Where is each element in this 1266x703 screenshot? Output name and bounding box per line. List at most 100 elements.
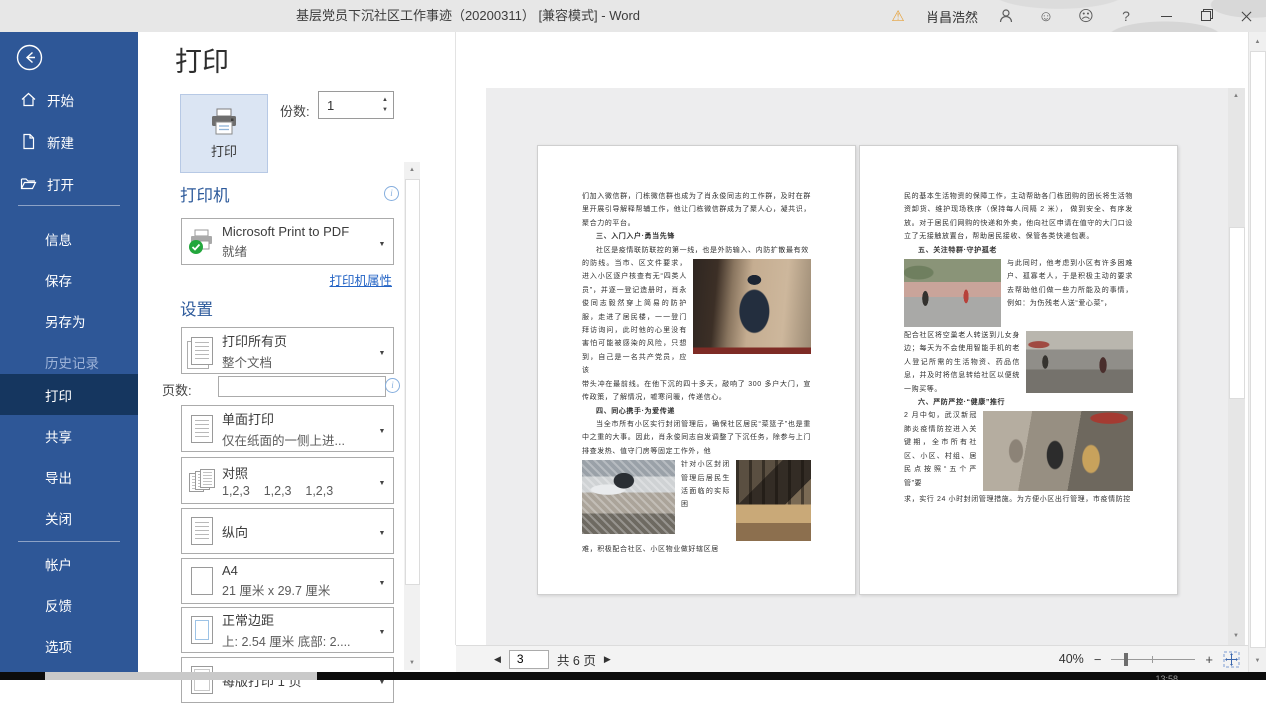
printer-select-dropdown[interactable]: Microsoft Print to PDF 就绪 <box>181 218 394 265</box>
sidebar-item-label: 开始 <box>47 90 74 110</box>
minimize-button[interactable] <box>1146 0 1186 32</box>
paper-size-dropdown[interactable]: A4 21 厘米 x 29.7 厘米 <box>181 558 394 604</box>
chevron-down-icon <box>371 522 393 540</box>
panel-divider <box>455 32 456 645</box>
printer-section-title: 打印机 <box>180 182 230 206</box>
doc-paragraph: 针对小区封闭管理后居民生活面临的实际困 <box>681 461 730 508</box>
doc-heading: 六、严防严控·“健康”推行 <box>904 396 1133 409</box>
page-title: 打印 <box>175 40 229 79</box>
printer-icon <box>208 108 240 136</box>
next-page-icon[interactable]: ▶ <box>604 654 611 665</box>
scrollbar-thumb[interactable] <box>405 179 420 585</box>
zoom-in-icon[interactable]: + <box>1205 652 1213 667</box>
doc-paragraph: 社区是疫情联防联控的第一线，也是外防输入、内防扩散最有效 <box>582 244 811 257</box>
scroll-up-icon[interactable] <box>1228 88 1244 103</box>
current-page-input[interactable] <box>509 650 549 669</box>
photo-door-to-door-visit <box>693 259 811 354</box>
window-scrollbar[interactable] <box>1248 32 1266 672</box>
back-button[interactable] <box>16 44 43 71</box>
print-preview-area: 们加入微信群，门栋微信群也成为了肖永俊同志的工作群，及时在群里开展引导解释帮辅工… <box>486 88 1228 645</box>
title-bar: 基层党员下沉社区工作事迹（20200311） [兼容模式] - Word 肖昌浩… <box>0 0 1266 32</box>
chevron-down-icon <box>371 572 393 590</box>
photo-parcel-shelf <box>736 460 811 541</box>
preview-page-right: 民的基本生活物资的保障工作，主动帮助各门栋团购的团长将生活物资卸货、维护现场秩序… <box>859 145 1178 595</box>
taskbar-clock: 13:58 <box>1155 673 1178 680</box>
printer-properties-link[interactable]: 打印机属性 <box>329 274 392 288</box>
duplex-dropdown[interactable]: 单面打印 仅在纸面的一侧上进... <box>181 405 394 452</box>
previous-page-icon[interactable]: ◀ <box>494 654 501 665</box>
sidebar-item-new[interactable]: 新建 <box>0 121 138 162</box>
scroll-down-icon[interactable] <box>1228 628 1244 643</box>
sidebar-item-open[interactable]: 打开 <box>0 163 138 204</box>
zoom-out-icon[interactable]: − <box>1094 652 1102 667</box>
scrollbar-thumb[interactable] <box>1250 51 1266 648</box>
settings-section-title: 设置 <box>180 296 213 320</box>
chevron-down-icon <box>371 342 393 360</box>
printer-info-icon[interactable]: i <box>384 186 399 201</box>
chevron-down-icon <box>371 472 393 490</box>
portrait-orientation-icon <box>191 517 213 545</box>
feedback-frown-icon[interactable] <box>1066 0 1106 32</box>
close-button[interactable] <box>1226 0 1266 32</box>
upload-warning-icon[interactable] <box>878 0 918 32</box>
zoom-slider-thumb[interactable] <box>1124 653 1128 666</box>
pages-range-input[interactable] <box>218 376 386 397</box>
zoom-level[interactable]: 40% <box>1059 652 1084 666</box>
copies-stepper: ▲ ▼ <box>318 91 394 119</box>
restore-button[interactable] <box>1186 0 1226 32</box>
open-folder-icon <box>20 175 37 192</box>
chevron-down-icon <box>371 233 393 251</box>
taskbar-sliver: 13:58 <box>0 672 1266 680</box>
copies-increase-icon[interactable]: ▲ <box>382 97 388 103</box>
chevron-down-icon <box>371 420 393 438</box>
user-name[interactable]: 肖昌浩然 <box>918 0 986 32</box>
preview-page-left: 们加入微信群，门栋微信群也成为了肖永俊同志的工作群，及时在群里开展引导解释帮辅工… <box>537 145 856 595</box>
scroll-down-icon[interactable] <box>404 655 420 670</box>
doc-paragraph: 带头冲在最前线。在他下沉的四十多天，敲响了 300 多户大门，宣传政策，了解情况… <box>582 378 811 405</box>
copies-input[interactable] <box>319 92 377 118</box>
print-range-dropdown[interactable]: 打印所有页 整个文档 <box>181 327 394 374</box>
printer-status-icon <box>187 229 217 255</box>
copies-decrease-icon[interactable]: ▼ <box>382 107 388 113</box>
photo-street-elderly <box>1026 331 1133 393</box>
settings-scrollbar[interactable] <box>404 162 420 670</box>
collation-dropdown[interactable]: 对照 1,2,3 1,2,3 1,2,3 <box>181 457 394 504</box>
copies-label: 份数: <box>280 101 310 120</box>
scroll-up-icon[interactable] <box>1249 34 1266 49</box>
orientation-dropdown[interactable]: 纵向 <box>181 508 394 554</box>
margins-icon <box>191 616 213 644</box>
account-person-icon[interactable] <box>986 0 1026 32</box>
one-sided-icon <box>191 415 213 443</box>
doc-paragraph: 难，积极配合社区、小区物业做好辖区居 <box>582 543 811 556</box>
new-document-icon <box>20 133 37 150</box>
photo-grocery-distribution <box>582 460 675 534</box>
backstage-sidebar: 开始 新建 打开 信息 保存 另存为 历史记录 打印 共享 导出 关闭 帐户 反… <box>0 32 138 672</box>
doc-heading: 三、入门入户·勇当先锋 <box>582 230 811 243</box>
margins-dropdown[interactable]: 正常边距 上: 2.54 厘米 底部: 2.... <box>181 607 394 653</box>
doc-paragraph: 与此同时，他考虑到小区有许多困难户、孤寡老人，于是积极主动的要求去帮助他们做一些… <box>1007 260 1133 307</box>
scroll-down-icon[interactable] <box>1249 653 1266 668</box>
zoom-to-page-icon[interactable] <box>1223 651 1240 668</box>
pages-per-sheet-icon <box>191 666 213 694</box>
doc-paragraph: 配合社区将空巢老人转送到儿女身边；每天为不会使用智能手机的老人登记所需的生活物资… <box>904 332 1020 393</box>
sidebar-item-home[interactable]: 开始 <box>0 79 138 120</box>
chevron-down-icon <box>371 621 393 639</box>
printer-name: Microsoft Print to PDF <box>222 224 371 239</box>
doc-paragraph: 的防线。当市、区文件要求，进入小区逐户核查有无“四类人员”，并逐一登记造册时，肖… <box>582 260 687 374</box>
zoom-slider[interactable] <box>1111 653 1195 666</box>
print-button[interactable]: 打印 <box>180 94 268 173</box>
doc-heading: 四、同心携手·为爱传递 <box>582 405 811 418</box>
help-icon[interactable] <box>1106 0 1146 32</box>
collated-icon <box>189 468 215 494</box>
home-icon <box>20 91 37 108</box>
sidebar-item-label: 打开 <box>47 174 74 194</box>
doc-paragraph: 2 月中旬，武汉新冠肺炎疫情防控进入关键期，全市所有社区、小区、村组、居民点按照… <box>904 412 977 486</box>
pages-info-icon[interactable]: i <box>385 378 400 393</box>
scroll-up-icon[interactable] <box>404 162 420 177</box>
doc-paragraph: 民的基本生活物资的保障工作，主动帮助各门栋团购的团长将生活物资卸货、维护现场秩序… <box>904 190 1133 244</box>
scrollbar-thumb[interactable] <box>1229 227 1245 399</box>
sidebar-divider <box>18 205 120 206</box>
pages-per-sheet-dropdown[interactable]: 每版打印 1 页 <box>181 657 394 703</box>
preview-scrollbar[interactable] <box>1228 88 1245 645</box>
feedback-smile-icon[interactable] <box>1026 0 1066 32</box>
